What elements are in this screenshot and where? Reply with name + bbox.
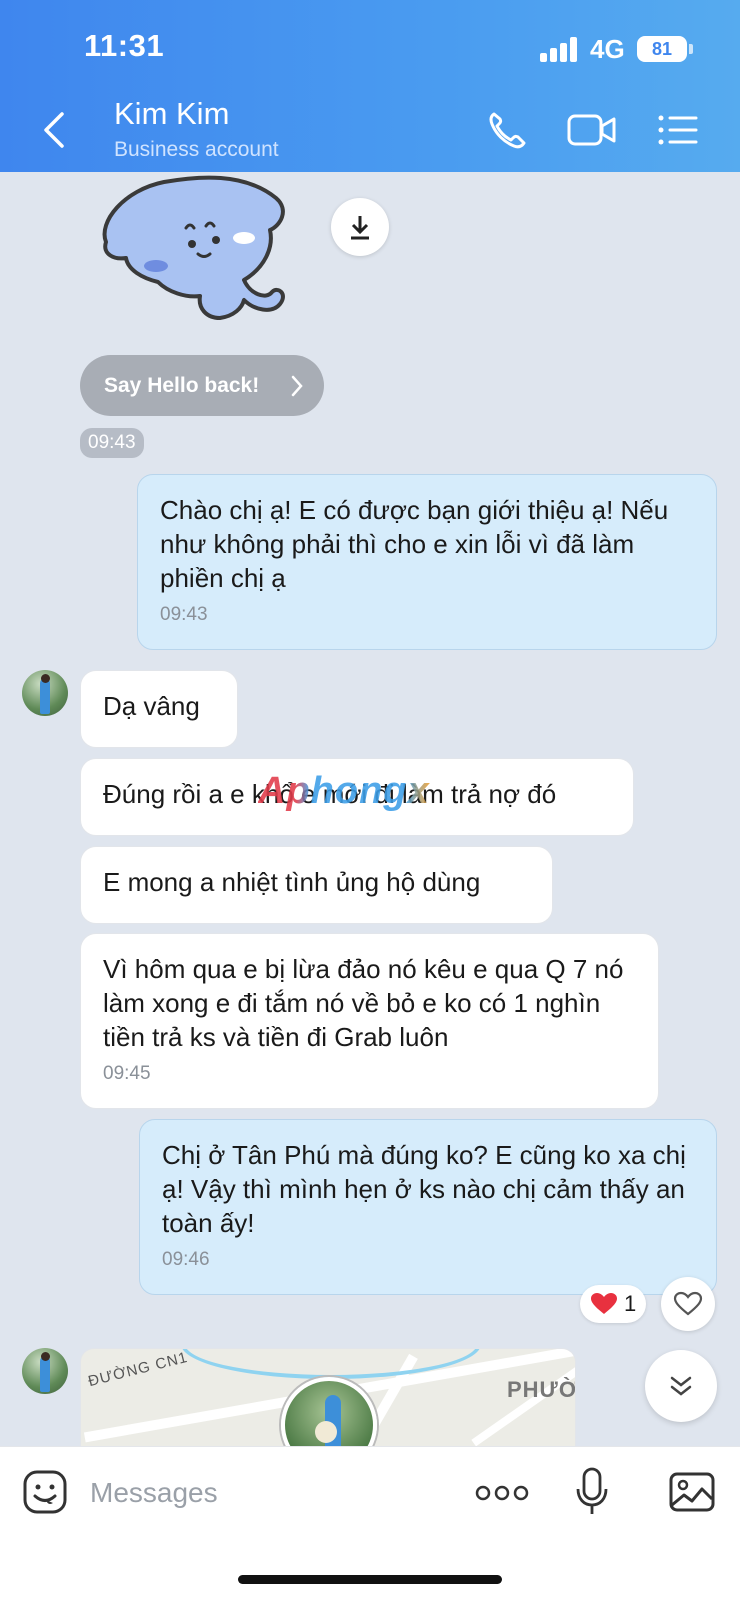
react-button[interactable] <box>661 1277 715 1331</box>
avatar[interactable] <box>22 670 68 716</box>
message-bubble-incoming[interactable]: Vì hôm qua e bị lừa đảo nó kêu e qua Q 7… <box>80 933 659 1109</box>
more-icon[interactable] <box>474 1483 530 1503</box>
battery-tip <box>689 44 693 54</box>
scroll-to-bottom-button[interactable] <box>645 1350 717 1422</box>
map-road <box>471 1359 575 1447</box>
message-time: 09:43 <box>160 604 208 625</box>
chevron-right-icon <box>291 375 303 397</box>
say-hello-label: Say Hello back! <box>104 373 260 397</box>
message-input[interactable] <box>90 1473 450 1513</box>
reaction-count: 1 <box>624 1291 637 1316</box>
message-time: 09:46 <box>162 1249 210 1270</box>
message-text: Dạ vâng <box>103 691 200 721</box>
message-time: 09:45 <box>103 1063 151 1084</box>
download-icon <box>351 216 369 240</box>
video-call-icon[interactable] <box>566 108 616 152</box>
back-icon[interactable] <box>38 108 74 152</box>
sticker-timestamp: 09:43 <box>80 428 144 458</box>
signal-icon <box>540 36 580 62</box>
message-text: E mong a nhiệt tình ủng hộ dùng <box>103 867 481 897</box>
heart-outline-icon <box>673 1291 703 1316</box>
message-text: Chào chị ạ! E có được bạn giới thiệu ạ! … <box>160 495 669 593</box>
message-text: Vì hôm qua e bị lừa đảo nó kêu e qua Q 7… <box>103 954 624 1052</box>
message-composer <box>0 1446 740 1600</box>
message-bubble-outgoing[interactable]: Chào chị ạ! E có được bạn giới thiệu ạ! … <box>137 474 717 650</box>
battery-icon: 81 <box>637 36 687 62</box>
reaction-badge[interactable]: 1 <box>580 1285 647 1323</box>
double-chevron-down-icon <box>670 1376 692 1396</box>
sticker-icon[interactable] <box>22 1469 68 1515</box>
message-bubble-outgoing[interactable]: Chị ở Tân Phú mà đúng ko? E cũng ko xa c… <box>139 1119 717 1295</box>
phone-icon[interactable] <box>484 108 532 152</box>
map-street-label: ĐƯỜNG CN1 <box>86 1348 190 1391</box>
map-area-label: PHƯỜ <box>507 1377 576 1402</box>
message-bubble-incoming[interactable]: Dạ vâng <box>80 670 238 748</box>
menu-list-icon[interactable] <box>656 108 704 152</box>
download-button[interactable] <box>331 198 389 256</box>
chat-header: 11:31 4G 81 Kim Kim Business account <box>0 0 740 172</box>
microphone-icon[interactable] <box>575 1467 609 1517</box>
status-time: 11:31 <box>84 28 165 63</box>
home-indicator <box>238 1575 502 1584</box>
say-hello-back-button[interactable]: Say Hello back! <box>80 355 324 416</box>
message-bubble-incoming[interactable]: E mong a nhiệt tình ủng hộ dùng <box>80 846 553 924</box>
message-text: Chị ở Tân Phú mà đúng ko? E cũng ko xa c… <box>162 1140 686 1238</box>
heart-icon <box>591 1293 617 1314</box>
contact-subtitle: Business account <box>114 138 279 161</box>
image-icon[interactable] <box>668 1471 716 1513</box>
avatar[interactable] <box>22 1348 68 1394</box>
contact-name[interactable]: Kim Kim <box>114 96 229 132</box>
watermark: Aphongx <box>258 770 430 812</box>
cat-sticker[interactable] <box>94 168 304 328</box>
location-map-message[interactable]: ĐƯỜNG CN1 PHƯỜ <box>80 1348 576 1448</box>
network-type: 4G <box>590 34 625 64</box>
